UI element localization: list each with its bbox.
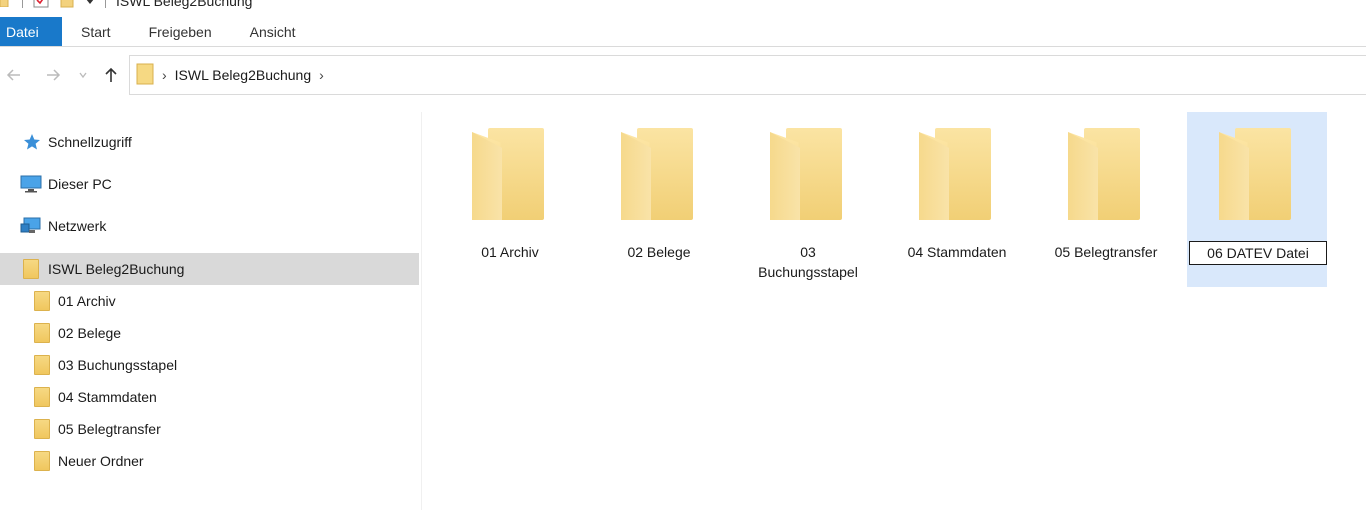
- breadcrumb-item[interactable]: ISWL Beleg2Buchung: [175, 67, 311, 83]
- folder-icon: [33, 322, 51, 344]
- folder-tile-04-stammdaten[interactable]: 04 Stammdaten: [887, 112, 1027, 287]
- folder-icon: [0, 0, 12, 10]
- forward-arrow-icon[interactable]: [43, 65, 63, 85]
- breadcrumb-chevron-icon[interactable]: ›: [319, 67, 324, 83]
- ribbon-tabs: Datei Start Freigeben Ansicht: [0, 17, 1366, 47]
- sidebar-item-dieser-pc[interactable]: Dieser PC: [0, 168, 419, 200]
- new-folder-icon[interactable]: [59, 0, 75, 11]
- star-icon: [22, 132, 42, 152]
- folder-icon: [621, 128, 695, 220]
- folder-icon: [1219, 128, 1293, 220]
- sidebar-item-01-archiv[interactable]: 01 Archiv: [0, 285, 419, 317]
- sidebar-item-03-buchungsstapel[interactable]: 03 Buchungsstapel: [0, 349, 419, 381]
- tab-start[interactable]: Start: [62, 17, 130, 46]
- up-arrow-icon[interactable]: [101, 65, 121, 85]
- navigation-pane: Schnellzugriff Dieser PC Netzwerk ISWL B…: [0, 112, 422, 510]
- monitor-icon: [20, 174, 42, 194]
- customize-toolbar-chevron-icon[interactable]: [85, 0, 95, 9]
- tab-datei[interactable]: Datei: [0, 17, 62, 46]
- folder-tile-02-belege[interactable]: 02 Belege: [589, 112, 729, 287]
- folder-icon: [919, 128, 993, 220]
- folder-tile-01-archiv[interactable]: 01 Archiv: [440, 112, 580, 287]
- properties-check-icon[interactable]: [33, 0, 49, 11]
- folder-icon: [472, 128, 546, 220]
- recent-locations-chevron-icon[interactable]: [76, 65, 90, 85]
- sidebar-item-05-belegtransfer[interactable]: 05 Belegtransfer: [0, 413, 419, 445]
- window-title: ISWL Beleg2Buchung: [116, 0, 253, 9]
- folder-icon: [1068, 128, 1142, 220]
- sidebar-item-netzwerk[interactable]: Netzwerk: [0, 210, 419, 242]
- title-bar: ISWL Beleg2Buchung: [0, 0, 1366, 12]
- rename-input[interactable]: 06 DATEV Datei: [1189, 241, 1327, 265]
- folder-icon: [33, 290, 51, 312]
- folder-icon: [33, 418, 51, 440]
- folder-icon: [33, 386, 51, 408]
- breadcrumb-chevron-icon[interactable]: ›: [162, 67, 167, 83]
- tab-ansicht[interactable]: Ansicht: [231, 17, 315, 46]
- folder-tile-05-belegtransfer[interactable]: 05 Belegtransfer: [1036, 112, 1176, 287]
- sidebar-item-neuer-ordner[interactable]: Neuer Ordner: [0, 445, 419, 477]
- sidebar-item-04-stammdaten[interactable]: 04 Stammdaten: [0, 381, 419, 413]
- folder-icon: [770, 128, 844, 220]
- content-pane: 01 Archiv 02 Belege 03 Buchungsstapel 04…: [423, 112, 1366, 510]
- network-icon: [20, 216, 42, 236]
- sidebar-item-iswl-beleg2buchung[interactable]: ISWL Beleg2Buchung: [0, 253, 419, 285]
- folder-icon: [33, 450, 51, 472]
- folder-icon: [22, 258, 40, 280]
- back-arrow-icon[interactable]: [4, 65, 24, 85]
- folder-tile-06-datev-datei[interactable]: 06 DATEV Datei: [1187, 112, 1327, 287]
- folder-icon: [136, 63, 154, 88]
- sidebar-item-schnellzugriff[interactable]: Schnellzugriff: [0, 126, 419, 158]
- folder-icon: [33, 354, 51, 376]
- sidebar-item-02-belege[interactable]: 02 Belege: [0, 317, 419, 349]
- folder-tile-03-buchungsstapel[interactable]: 03 Buchungsstapel: [738, 112, 878, 287]
- tab-freigeben[interactable]: Freigeben: [130, 17, 231, 46]
- address-bar[interactable]: › ISWL Beleg2Buchung ›: [129, 55, 1366, 95]
- file-explorer-window: ISWL Beleg2Buchung Datei Start Freigeben…: [0, 0, 1366, 510]
- navigation-bar: › ISWL Beleg2Buchung ›: [0, 55, 1366, 95]
